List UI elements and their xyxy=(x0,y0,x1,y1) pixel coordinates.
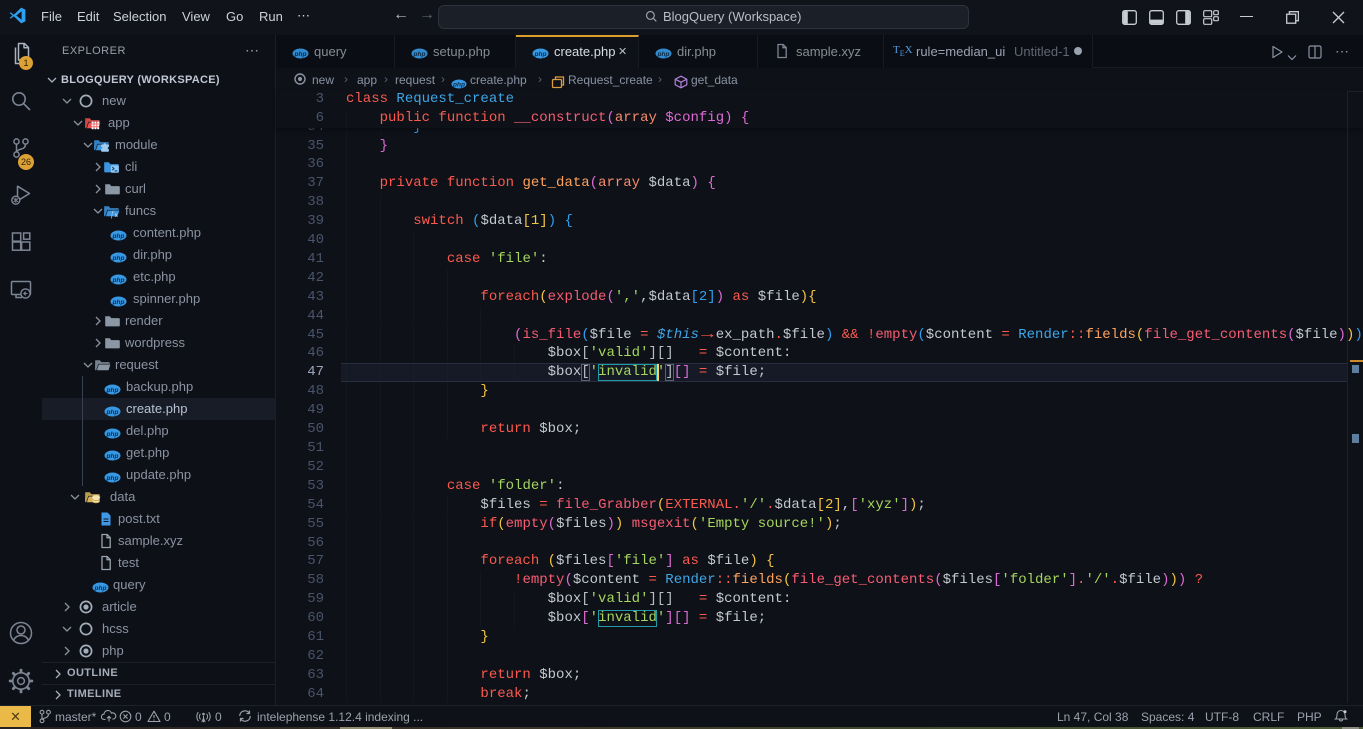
svg-text:php: php xyxy=(112,255,125,262)
svg-text:php: php xyxy=(112,299,125,306)
svg-text:php: php xyxy=(94,585,107,592)
svg-text:php: php xyxy=(106,475,119,482)
svg-text:php: php xyxy=(657,51,670,58)
svg-text:php: php xyxy=(106,409,119,416)
svg-text:php: php xyxy=(413,51,426,58)
svg-text:php: php xyxy=(452,82,465,89)
svg-text:php: php xyxy=(106,387,119,394)
svg-text:php: php xyxy=(106,431,119,438)
svg-text:php: php xyxy=(534,51,547,58)
svg-text:php: php xyxy=(112,277,125,284)
svg-text:php: php xyxy=(112,233,125,240)
svg-text:php: php xyxy=(106,453,119,460)
svg-text:php: php xyxy=(294,51,307,58)
